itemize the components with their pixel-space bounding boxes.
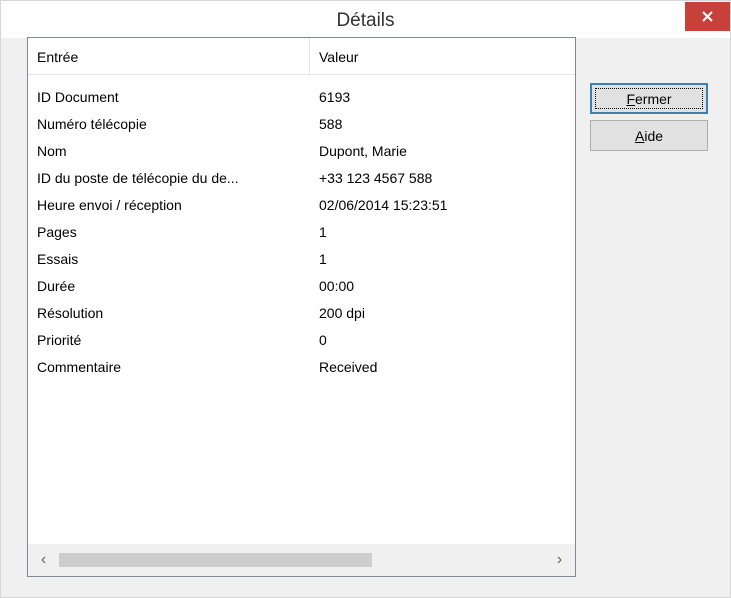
close-icon bbox=[702, 11, 713, 22]
list-item[interactable]: Numéro télécopie 588 bbox=[28, 111, 575, 138]
list-item[interactable]: Nom Dupont, Marie bbox=[28, 138, 575, 165]
value-cell: Received bbox=[319, 359, 378, 375]
list-header: Entrée Valeur bbox=[28, 38, 575, 75]
entry-cell: Commentaire bbox=[37, 359, 122, 375]
entry-cell: Pages bbox=[37, 224, 77, 240]
aide-button-label: Aide bbox=[634, 128, 664, 144]
scroll-right-button[interactable]: › bbox=[544, 544, 575, 576]
entry-cell: ID du poste de télécopie du de... bbox=[37, 170, 239, 186]
value-cell: Dupont, Marie bbox=[319, 143, 407, 159]
title-bar: Détails bbox=[1, 1, 730, 38]
entry-cell: ID Document bbox=[37, 89, 119, 105]
aide-button[interactable]: Aide bbox=[590, 120, 708, 151]
details-list[interactable]: Entrée Valeur ID Document 6193 Numéro télé… bbox=[27, 37, 576, 577]
list-item[interactable]: Priorité 0 bbox=[28, 327, 575, 354]
value-cell: 6193 bbox=[319, 89, 351, 105]
entry-cell: Résolution bbox=[37, 305, 104, 321]
value-cell: 588 bbox=[319, 116, 343, 132]
value-cell: 1 bbox=[319, 224, 327, 240]
column-separator[interactable] bbox=[309, 38, 310, 74]
scroll-thumb[interactable] bbox=[59, 553, 372, 567]
list-item[interactable]: Durée 00:00 bbox=[28, 273, 575, 300]
value-cell: 1 bbox=[319, 251, 327, 267]
value-cell: 200 dpi bbox=[319, 305, 365, 321]
entry-cell: Priorité bbox=[37, 332, 82, 348]
list-item[interactable]: Pages 1 bbox=[28, 219, 575, 246]
value-cell: +33 123 4567 588 bbox=[319, 170, 433, 186]
column-header-entree[interactable]: Entrée bbox=[37, 38, 299, 74]
entry-cell: Nom bbox=[37, 143, 67, 159]
list-item[interactable]: Essais 1 bbox=[28, 246, 575, 273]
dialog-title: Détails bbox=[336, 10, 395, 31]
entry-cell: Durée bbox=[37, 278, 76, 294]
value-cell: 02/06/2014 15:23:51 bbox=[319, 197, 448, 213]
list-item[interactable]: Commentaire Received bbox=[28, 354, 575, 381]
close-button[interactable] bbox=[685, 2, 730, 31]
value-cell: 00:00 bbox=[319, 278, 355, 294]
value-cell: 0 bbox=[319, 332, 327, 348]
list-item[interactable]: ID Document 6193 bbox=[28, 84, 575, 111]
entry-cell: Numéro télécopie bbox=[37, 116, 147, 132]
fermer-button[interactable]: Fermer bbox=[590, 83, 708, 114]
scroll-left-button[interactable]: ‹ bbox=[28, 544, 59, 576]
list-item[interactable]: Résolution 200 dpi bbox=[28, 300, 575, 327]
list-item[interactable]: ID du poste de télécopie du de... +33 123… bbox=[28, 165, 575, 192]
chevron-right-icon: › bbox=[556, 551, 563, 568]
column-header-valeur[interactable]: Valeur bbox=[319, 38, 569, 74]
entry-cell: Essais bbox=[37, 251, 79, 267]
chevron-left-icon: ‹ bbox=[40, 551, 47, 568]
horizontal-scrollbar[interactable]: ‹ › bbox=[28, 544, 575, 576]
list-item[interactable]: Heure envoi / réception 02/06/2014 15:23:… bbox=[28, 192, 575, 219]
fermer-button-label: Fermer bbox=[626, 91, 672, 107]
entry-cell: Heure envoi / réception bbox=[37, 197, 182, 213]
